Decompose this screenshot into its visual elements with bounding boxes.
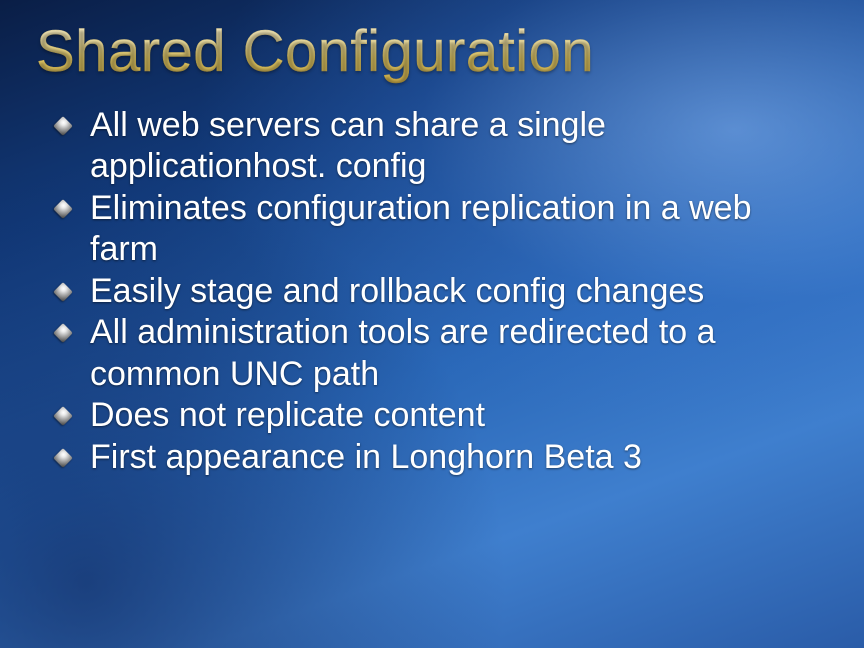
bullet-list: All web servers can share a single appli… [40,105,824,478]
slide: Shared Configuration All web servers can… [0,0,864,648]
slide-title: Shared Configuration [36,18,824,85]
list-item: Does not replicate content [54,395,816,436]
list-item: All administration tools are redirected … [54,312,816,395]
list-item: All web servers can share a single appli… [54,105,816,188]
list-item: Easily stage and rollback config changes [54,271,816,312]
list-item: Eliminates configuration replication in … [54,188,816,271]
list-item: First appearance in Longhorn Beta 3 [54,437,816,478]
